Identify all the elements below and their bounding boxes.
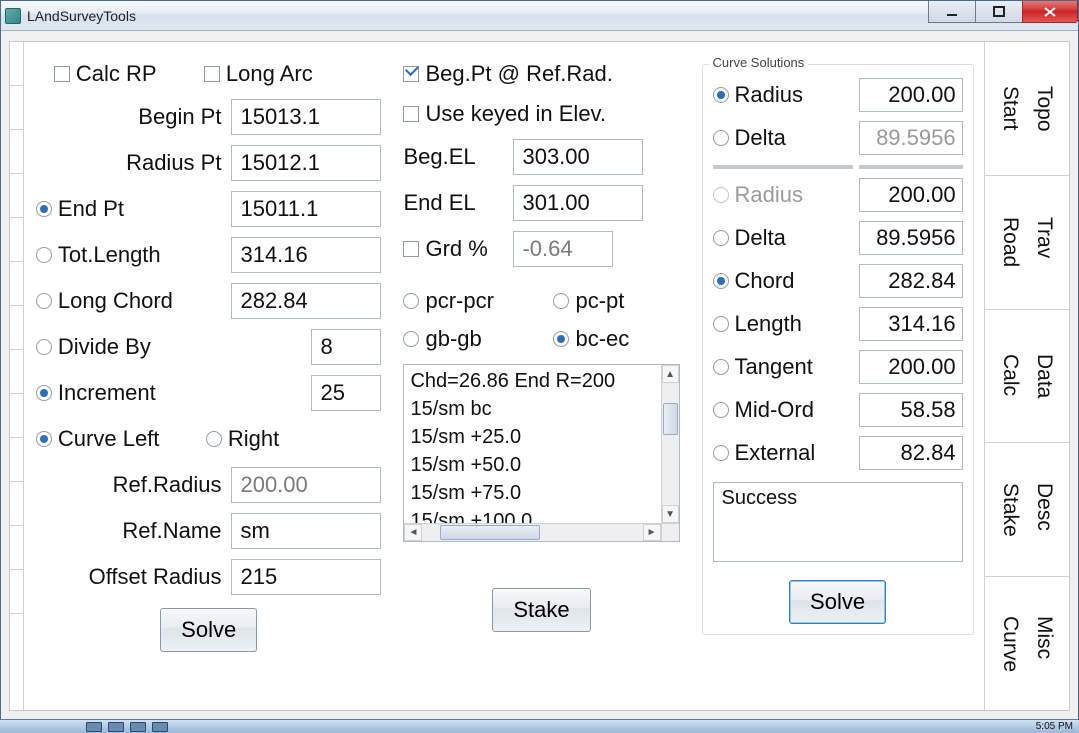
mode-pcr-pcr-radio[interactable]: pcr-pcr	[403, 288, 553, 314]
solve-left-button[interactable]: Solve	[160, 608, 257, 652]
divide-by-input[interactable]	[311, 329, 381, 365]
taskbar-clock: 5:05 PM	[1036, 721, 1073, 732]
cs-radius-bot-input[interactable]	[859, 178, 963, 212]
stake-button[interactable]: Stake	[492, 588, 590, 632]
close-icon	[1043, 6, 1057, 18]
mode-pc-pt-radio[interactable]: pc-pt	[553, 288, 679, 314]
window-close-button[interactable]	[1022, 1, 1078, 23]
cs-delta-bot-radio[interactable]: Delta	[713, 225, 859, 251]
vtab-misc-curve[interactable]: CurveMisc	[985, 577, 1069, 710]
vtab-trav-road[interactable]: RoadTrav	[985, 176, 1069, 310]
taskbar[interactable]: 5:05 PM	[0, 719, 1079, 733]
offset-radius-label: Offset Radius	[36, 564, 232, 590]
list-vscrollbar[interactable]: ▲ ▼	[661, 365, 679, 523]
end-pt-input[interactable]	[231, 191, 381, 227]
divide-by-radio[interactable]: Divide By	[36, 334, 312, 360]
radius-pt-label: Radius Pt	[36, 150, 232, 176]
curve-right-radio[interactable]: Right	[206, 426, 382, 452]
end-el-input[interactable]	[513, 185, 643, 221]
grd-pct-checkbox[interactable]: Grd %	[403, 236, 513, 262]
list-item[interactable]: 15/sm +75.0	[410, 479, 672, 507]
stake-listbox[interactable]: Chd=26.86 End R=200 15/sm bc 15/sm +25.0…	[403, 364, 679, 542]
status-box: Success	[713, 482, 963, 562]
scroll-left-icon[interactable]: ◄	[404, 524, 422, 541]
ref-name-input[interactable]	[231, 513, 381, 549]
list-item[interactable]: Chd=26.86 End R=200	[410, 367, 672, 395]
cs-length-radio[interactable]: Length	[713, 311, 859, 337]
cs-tangent-radio[interactable]: Tangent	[713, 354, 859, 380]
right-vertical-tabs: StartTopo RoadTrav CalcData StakeDesc Cu…	[984, 42, 1069, 710]
window-maximize-button[interactable]	[975, 1, 1023, 23]
cs-radius-bot-radio[interactable]: Radius	[713, 182, 859, 208]
calc-rp-checkbox[interactable]: Calc RP	[54, 61, 204, 87]
cs-radius-top-input[interactable]	[859, 78, 963, 112]
list-item[interactable]: 15/sm bc	[410, 395, 672, 423]
cs-midord-input[interactable]	[859, 393, 963, 427]
scroll-up-icon[interactable]: ▲	[662, 365, 679, 383]
cs-tangent-input[interactable]	[859, 350, 963, 384]
cs-radius-top-radio[interactable]: Radius	[713, 82, 859, 108]
maximize-icon	[993, 6, 1005, 18]
cs-midord-radio[interactable]: Mid-Ord	[713, 397, 859, 423]
radius-pt-input[interactable]	[231, 145, 381, 181]
long-chord-radio[interactable]: Long Chord	[36, 288, 232, 314]
ref-radius-label: Ref.Radius	[36, 472, 232, 498]
mode-gb-gb-radio[interactable]: gb-gb	[403, 326, 553, 352]
mode-bc-ec-radio[interactable]: bc-ec	[553, 326, 679, 352]
cs-length-input[interactable]	[859, 307, 963, 341]
titlebar[interactable]: LAndSurveyTools	[1, 1, 1078, 31]
curve-solutions-legend: Curve Solutions	[709, 55, 809, 70]
list-item[interactable]: 15/sm +25.0	[410, 423, 672, 451]
long-chord-input[interactable]	[231, 283, 381, 319]
increment-radio[interactable]: Increment	[36, 380, 312, 406]
grd-pct-input[interactable]	[513, 231, 613, 267]
tot-length-radio[interactable]: Tot.Length	[36, 242, 232, 268]
app-window: LAndSurveyTools Calc RP	[0, 0, 1079, 720]
begin-pt-label: Begin Pt	[36, 104, 232, 130]
scroll-down-icon[interactable]: ▼	[662, 505, 679, 523]
beg-el-label: Beg.EL	[403, 144, 513, 170]
offset-radius-input[interactable]	[231, 559, 381, 595]
long-arc-checkbox[interactable]: Long Arc	[204, 61, 382, 87]
curve-solutions-group: Curve Solutions Radius Delta Radius	[702, 64, 974, 635]
increment-input[interactable]	[311, 375, 381, 411]
minimize-icon	[946, 6, 958, 18]
left-tab-stubs	[10, 42, 24, 710]
cs-delta-top-radio[interactable]: Delta	[713, 125, 859, 151]
cs-delta-bot-input[interactable]	[859, 221, 963, 255]
vtab-data-calc[interactable]: CalcData	[985, 310, 1069, 444]
use-keyed-elev-checkbox[interactable]: Use keyed in Elev.	[403, 101, 679, 127]
ref-name-label: Ref.Name	[36, 518, 232, 544]
begin-pt-input[interactable]	[231, 99, 381, 135]
list-item[interactable]: 15/sm +50.0	[410, 451, 672, 479]
taskbar-icons[interactable]	[86, 722, 168, 732]
app-icon	[5, 8, 21, 24]
beg-el-input[interactable]	[513, 139, 643, 175]
vtab-topo-start[interactable]: StartTopo	[985, 42, 1069, 176]
solve-right-button[interactable]: Solve	[789, 580, 886, 624]
scroll-right-icon[interactable]: ►	[643, 524, 661, 541]
curve-left-radio[interactable]: Curve Left	[36, 426, 206, 452]
tot-length-input[interactable]	[231, 237, 381, 273]
window-title: LAndSurveyTools	[27, 8, 136, 24]
begpt-refrad-checkbox[interactable]: Beg.Pt @ Ref.Rad.	[403, 61, 679, 87]
window-minimize-button[interactable]	[928, 1, 976, 23]
cs-external-radio[interactable]: External	[713, 440, 859, 466]
vtab-desc-stake[interactable]: StakeDesc	[985, 443, 1069, 577]
cs-external-input[interactable]	[859, 436, 963, 470]
ref-radius-input[interactable]	[231, 467, 381, 503]
cs-delta-top-input[interactable]	[859, 121, 963, 155]
list-hscrollbar[interactable]: ◄ ►	[404, 523, 660, 541]
end-pt-radio[interactable]: End Pt	[36, 196, 232, 222]
cs-chord-radio[interactable]: Chord	[713, 268, 859, 294]
end-el-label: End EL	[403, 190, 513, 216]
cs-chord-input[interactable]	[859, 264, 963, 298]
